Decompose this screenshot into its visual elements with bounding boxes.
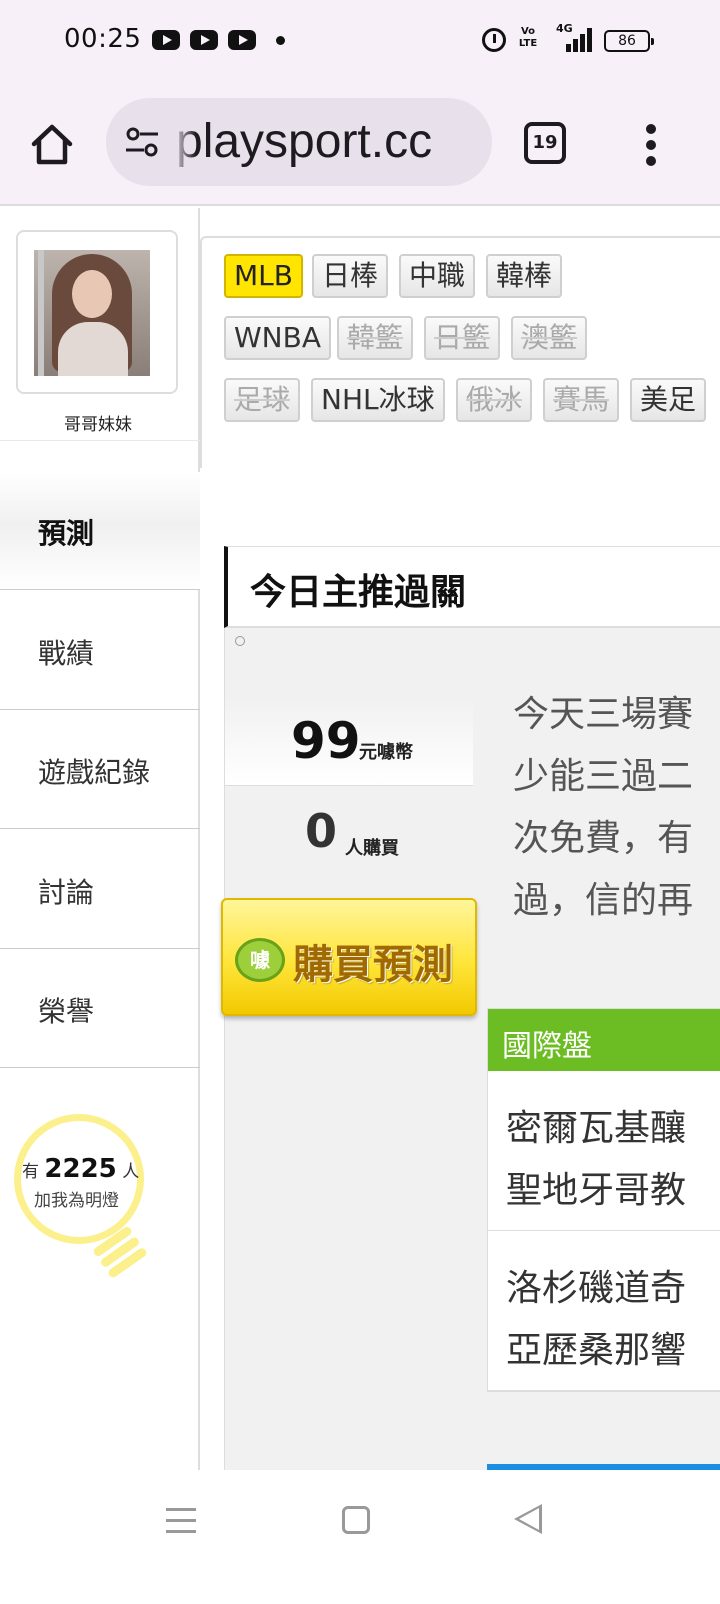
description-line: 今天三場賽: [513, 694, 694, 735]
volte-icon: Vo LTE: [518, 26, 538, 49]
sport-tab-kbl: 韓籃: [337, 316, 414, 360]
sidebar-item-discussion[interactable]: 討論: [0, 831, 200, 949]
status-bar: 00:25 Vo LTE 4G 86: [0, 0, 720, 82]
sport-tab-jbl: 日籃: [424, 316, 501, 360]
youtube-icon: [228, 30, 256, 50]
buy-prediction-button[interactable]: 噱 購買預測: [221, 898, 477, 1016]
sport-tab-horse-racing: 賽馬: [543, 378, 620, 422]
team-name: 洛杉磯道奇: [506, 1268, 687, 1309]
url-text[interactable]: playsport.cc: [176, 114, 432, 169]
buy-prediction-label: 購買預測: [293, 942, 453, 988]
sport-tab-khl: 俄冰: [456, 378, 533, 422]
more-menu-icon[interactable]: [636, 122, 666, 168]
home-icon[interactable]: [28, 122, 76, 168]
url-bar[interactable]: playsport.cc: [106, 98, 492, 186]
price-value: 99: [291, 712, 361, 770]
tabs-button[interactable]: 19: [524, 122, 566, 164]
sidebar-item-label: 預測: [38, 517, 95, 550]
sport-tab-nhl[interactable]: NHL冰球: [311, 378, 445, 422]
coin-icon: 噱: [235, 938, 285, 982]
description-line: 次免費，有: [513, 818, 694, 859]
sidebar-item-game-history[interactable]: 遊戲紀錄: [0, 711, 200, 829]
sport-tab-mlb[interactable]: MLB: [224, 254, 303, 298]
sport-tab-cpbl[interactable]: 中職: [399, 254, 476, 298]
browser-toolbar: playsport.cc 19: [0, 82, 720, 206]
notification-dot-icon: [276, 36, 285, 45]
team-name: 密爾瓦基釀: [506, 1108, 687, 1149]
sport-tab-kbo[interactable]: 韓棒: [486, 254, 563, 298]
fans-count-line: 有 2225 人: [22, 1154, 152, 1184]
fans-label: 加我為明燈: [34, 1191, 119, 1211]
sidebar-item-label: 遊戲紀錄: [38, 756, 151, 789]
sidebar-item-predictions[interactable]: 預測: [0, 472, 200, 590]
sidebar-item-label: 戰績: [38, 637, 95, 670]
game-list-title: 國際盤: [502, 1029, 592, 1064]
fans-prefix: 有: [22, 1162, 39, 1182]
battery-icon: 86: [604, 30, 654, 52]
pin-icon: [235, 636, 245, 646]
description-line: 少能三過二: [513, 756, 694, 797]
sport-tabs: MLB 日棒 中職 韓棒 WNBA 韓籃 日籃 澳籃 足球 NHL冰球 俄冰 賽…: [200, 236, 720, 468]
main-content: MLB 日棒 中職 韓棒 WNBA 韓籃 日籃 澳籃 足球 NHL冰球 俄冰 賽…: [200, 208, 720, 1472]
divider: [0, 440, 200, 470]
game-list-header: 國際盤: [488, 1009, 720, 1071]
prediction-description: 今天三場賽 少能三過二 次免費，有 過，信的再: [513, 684, 720, 932]
team-name: 亞歷桑那響: [506, 1330, 687, 1371]
sport-tab-nfl[interactable]: 美足: [630, 378, 707, 422]
avatar[interactable]: [34, 250, 150, 376]
price-box: 99 元噱幣: [225, 698, 473, 786]
youtube-icon: [152, 30, 180, 50]
description-line: 過，信的再: [513, 880, 694, 921]
prediction-card: 99 元噱幣 0 人購買 噱 購買預測 今天三場賽 少能三過二 次免費，有 過，…: [221, 628, 720, 1472]
sidebar-item-honors[interactable]: 榮譽: [0, 950, 200, 1068]
fans-suffix: 人: [122, 1162, 140, 1182]
url-fade: [172, 98, 196, 186]
alarm-icon: [482, 28, 506, 52]
youtube-icon: [190, 30, 218, 50]
game-row[interactable]: 洛杉磯道奇 亞歷桑那響: [488, 1231, 720, 1391]
user-name[interactable]: 哥哥妹妹: [0, 410, 196, 435]
home-square-icon[interactable]: [342, 1506, 370, 1534]
team-name: 聖地牙哥教: [506, 1170, 687, 1211]
site-settings-icon[interactable]: [124, 124, 160, 160]
sidebar-item-record[interactable]: 戰績: [0, 592, 200, 710]
status-time: 00:25: [64, 24, 142, 54]
buyers-count: 0: [305, 804, 338, 858]
recents-menu-icon[interactable]: [166, 1506, 196, 1534]
section-header: 今日主推過關: [224, 546, 720, 628]
sport-tab-jpn-baseball[interactable]: 日棒: [312, 254, 389, 298]
avatar-card[interactable]: [16, 230, 178, 394]
game-list: 國際盤 密爾瓦基釀 聖地牙哥教 洛杉磯道奇 亞歷桑那響: [487, 1008, 720, 1392]
sidebar-item-label: 討論: [38, 876, 95, 909]
back-triangle-icon[interactable]: [514, 1504, 542, 1534]
price-unit: 元噱幣: [359, 742, 413, 763]
section-title: 今日主推過關: [250, 572, 467, 613]
sidebar-item-label: 榮譽: [38, 995, 95, 1028]
follow-bulb[interactable]: 有 2225 人 加我為明燈: [12, 1114, 162, 1284]
system-nav-bar: [0, 1470, 720, 1604]
signal-icon: [558, 28, 592, 52]
fans-count: 2225: [44, 1154, 117, 1184]
buyers-unit: 人購買: [345, 838, 399, 859]
sport-tab-nbl: 澳籃: [511, 316, 588, 360]
sport-tab-soccer: 足球: [224, 378, 301, 422]
game-row[interactable]: 密爾瓦基釀 聖地牙哥教: [488, 1071, 720, 1231]
sport-tab-wnba[interactable]: WNBA: [224, 316, 331, 360]
profile-sidebar: 哥哥妹妹 預測 戰績 遊戲紀錄 討論 榮譽 有 2225 人 加我為明燈: [0, 208, 200, 1470]
